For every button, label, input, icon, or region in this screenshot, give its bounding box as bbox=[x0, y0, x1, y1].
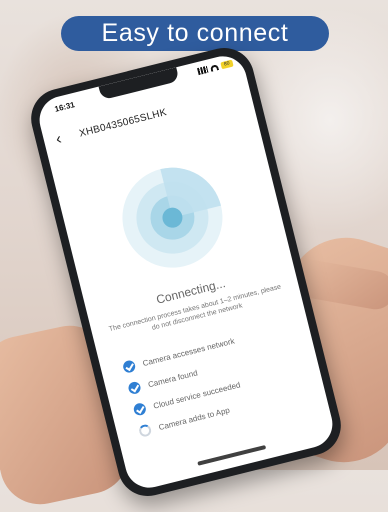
battery-level: 80 bbox=[223, 60, 231, 68]
scene: 16:31 80 ‹ XHB0435065SLHK Connecting... … bbox=[0, 0, 388, 512]
wifi-icon bbox=[209, 63, 219, 72]
loading-spinner-icon bbox=[137, 423, 153, 438]
radar-animation bbox=[122, 167, 223, 268]
back-chevron-icon[interactable]: ‹ bbox=[54, 130, 64, 149]
signal-icon bbox=[197, 65, 209, 76]
check-icon bbox=[132, 401, 148, 417]
home-indicator[interactable] bbox=[197, 444, 267, 466]
check-icon bbox=[127, 380, 142, 396]
device-id-title: XHB0435065SLHK bbox=[78, 107, 168, 140]
status-icons: 80 bbox=[197, 59, 234, 76]
check-icon bbox=[121, 359, 137, 374]
battery-icon: 80 bbox=[220, 59, 234, 70]
status-time: 16:31 bbox=[53, 100, 76, 114]
